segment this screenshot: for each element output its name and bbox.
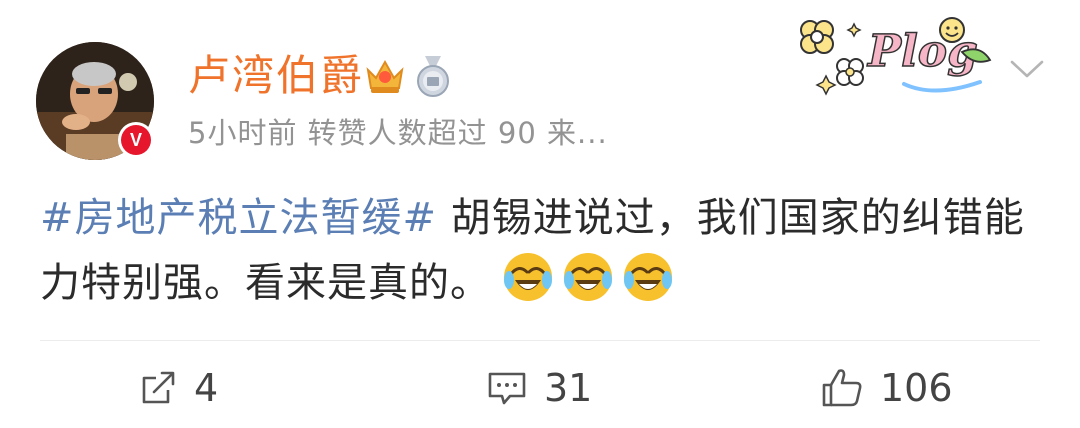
comment-icon	[486, 368, 528, 408]
thumbs-up-icon	[820, 367, 864, 409]
post-text: #房地产税立法暂缓# 胡锡进说过，我们国家的纠错能力特别强。看来是真的。	[40, 186, 1050, 315]
plog-decoration-icon: Plog	[784, 8, 1000, 102]
like-count: 106	[880, 366, 953, 410]
crown-badge-icon[interactable]	[364, 56, 406, 96]
share-count: 4	[194, 366, 219, 410]
verified-badge-icon: V	[118, 122, 154, 158]
share-button[interactable]: 4	[138, 356, 218, 420]
verified-letter: V	[129, 129, 142, 150]
username[interactable]: 卢湾伯爵	[188, 50, 364, 102]
share-icon	[138, 368, 178, 408]
divider	[40, 340, 1040, 341]
laugh-cry-emoji	[621, 250, 675, 304]
comment-count: 31	[544, 366, 593, 410]
hashtag-link[interactable]: #房地产税立法暂缓#	[40, 195, 437, 241]
post-meta: 5小时前 转赞人数超过 90 来...	[188, 116, 608, 150]
comment-button[interactable]: 31	[486, 356, 592, 420]
laugh-cry-emoji	[561, 250, 615, 304]
medal-badge-icon[interactable]	[413, 54, 453, 98]
like-button[interactable]: 106	[820, 356, 953, 420]
chevron-down-icon[interactable]	[1009, 58, 1045, 80]
emoji-row	[501, 250, 675, 304]
laugh-cry-emoji	[501, 250, 555, 304]
